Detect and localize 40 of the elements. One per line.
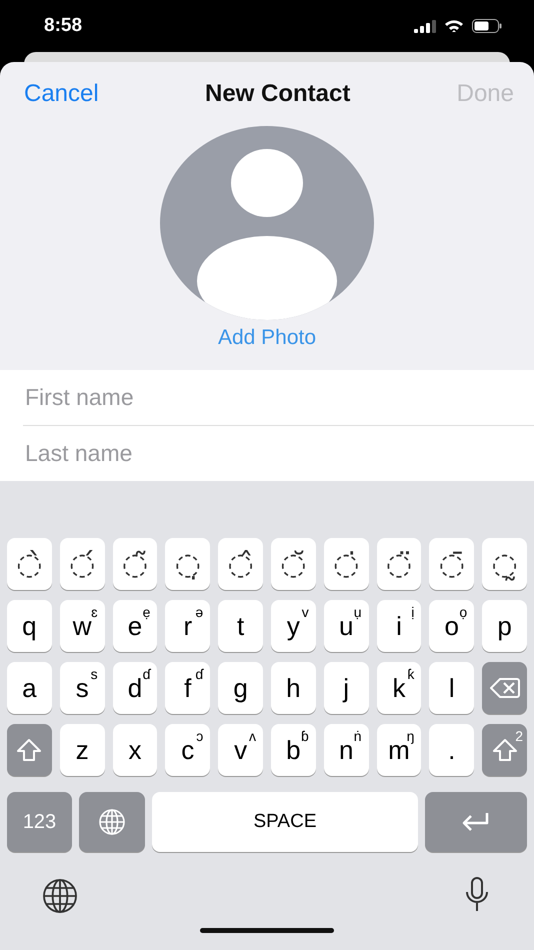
keyboard-key[interactable]: . [429, 724, 474, 776]
avatar-icon [160, 126, 374, 320]
backspace-key[interactable] [482, 662, 527, 714]
keyboard-key[interactable]: ◌̇ [324, 538, 369, 590]
keyboard-key[interactable]: ◌́ [60, 538, 105, 590]
keyboard-key[interactable]: ◌̀ [7, 538, 52, 590]
keyboard-key[interactable]: l [429, 662, 474, 714]
keyboard-key[interactable]: h [270, 662, 316, 714]
backspace-icon [490, 677, 520, 699]
keyboard-key[interactable]: q [7, 600, 52, 652]
keyboard-key[interactable]: ◌̄ [429, 538, 474, 590]
shift-key[interactable] [7, 724, 52, 776]
keyboard-key[interactable]: ◌̃ [112, 538, 158, 590]
globe-icon [97, 807, 127, 837]
keyboard-key[interactable]: x [112, 724, 158, 776]
status-time: 8:58 [44, 15, 82, 37]
shift-icon [492, 738, 518, 762]
text-field[interactable]: Last name [23, 439, 507, 468]
battery-icon [472, 19, 502, 33]
globe-icon[interactable] [40, 876, 80, 916]
globe-key[interactable] [79, 792, 145, 852]
screen-title: New Contact [204, 80, 350, 108]
keyboard-key[interactable]: t [218, 600, 263, 652]
wifi-icon [444, 19, 464, 33]
keyboard-key[interactable]: a [7, 662, 52, 714]
keyboard-key[interactable]: i ị [376, 600, 422, 652]
keyboard-key[interactable]: g [218, 662, 263, 714]
keyboard-key[interactable]: ◌̣ [165, 538, 210, 590]
keyboard-key[interactable]: ◌̆ [270, 538, 316, 590]
keyboard-key[interactable]: ◌̂ [218, 538, 263, 590]
space-key[interactable]: SPACE [152, 792, 418, 852]
shift-icon [16, 738, 42, 762]
text-field[interactable]: First name [23, 383, 507, 412]
keyboard-key[interactable]: z [60, 724, 105, 776]
keyboard-key[interactable]: ◌̰ [482, 538, 527, 590]
keyboard-key[interactable]: ◌̈ [376, 538, 422, 590]
return-key[interactable] [425, 792, 527, 852]
signal-icon [414, 20, 436, 32]
keyboard-key[interactable]: j [324, 662, 369, 714]
keyboard-key[interactable]: p [482, 600, 527, 652]
